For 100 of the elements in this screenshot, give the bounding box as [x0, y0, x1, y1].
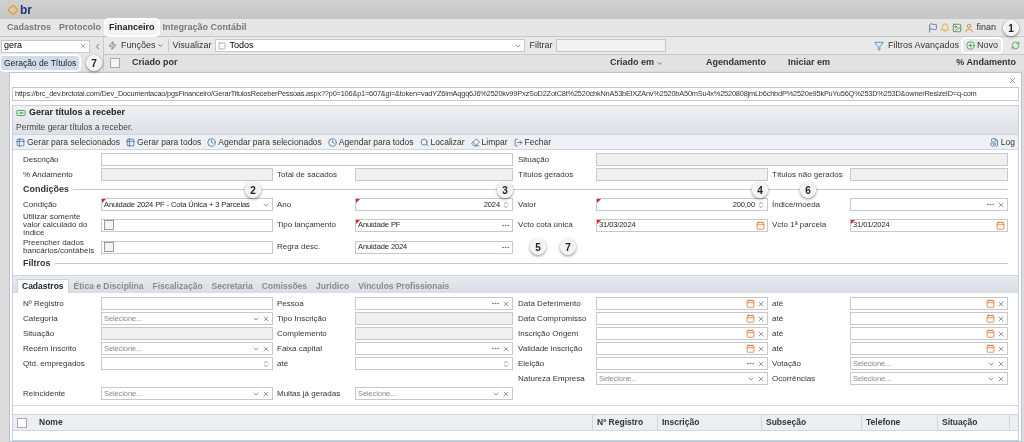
menu-tab[interactable]: Protocolo	[56, 19, 104, 36]
clear-icon[interactable]	[757, 344, 765, 353]
clear-icon[interactable]	[757, 374, 765, 383]
input-field[interactable]	[101, 153, 513, 166]
clear-icon[interactable]	[757, 359, 765, 368]
checkbox[interactable]	[104, 220, 114, 230]
calendar-icon[interactable]	[986, 329, 995, 338]
toolbar-button[interactable]: Limpar	[470, 135, 508, 149]
number-field[interactable]	[101, 357, 273, 370]
collapse-icon[interactable]	[93, 41, 102, 51]
clear-icon[interactable]	[79, 42, 87, 50]
column-header[interactable]: Nº Registro	[593, 415, 658, 430]
lookup-field[interactable]	[355, 297, 513, 310]
column-header[interactable]: % Andamento	[938, 56, 1024, 70]
number-field[interactable]	[355, 357, 513, 370]
more-icon[interactable]	[491, 299, 500, 308]
input-field[interactable]	[355, 327, 513, 340]
new-button[interactable]: Novo	[963, 38, 1001, 53]
toolbar-button[interactable]: Gerar para selecionados	[16, 135, 121, 149]
stepper-icon[interactable]	[502, 359, 510, 368]
menu-tab[interactable]: Integração Contábil	[159, 19, 250, 36]
clear-icon[interactable]	[502, 299, 510, 308]
clear-icon[interactable]	[997, 374, 1005, 383]
sidebar-item[interactable]: Geração de Títulos	[1, 55, 80, 71]
column-header[interactable]: Nome	[35, 415, 593, 430]
functions-menu[interactable]: Funções	[121, 38, 164, 53]
filter-tab[interactable]: Cadastros	[17, 279, 69, 293]
date-field[interactable]	[850, 342, 1008, 355]
calendar-icon[interactable]	[986, 344, 995, 353]
date-field[interactable]	[850, 297, 1008, 310]
column-header[interactable]: Criado por	[132, 56, 610, 70]
advanced-filters-button[interactable]: Filtros Avançados	[888, 38, 959, 53]
input-field[interactable]	[101, 297, 273, 310]
menu-tab[interactable]: Financeiro	[106, 19, 158, 36]
stepper-icon[interactable]	[502, 200, 510, 209]
user-name[interactable]: finan	[976, 20, 996, 35]
clear-icon[interactable]	[757, 314, 765, 323]
lookup-field[interactable]	[596, 357, 768, 370]
date-field[interactable]	[596, 342, 768, 355]
checkbox[interactable]	[17, 417, 27, 428]
input-field[interactable]	[355, 168, 513, 181]
clear-icon[interactable]	[997, 344, 1005, 353]
filter-field[interactable]	[556, 39, 667, 52]
lookup-field[interactable]	[355, 342, 513, 355]
calendar-icon[interactable]	[756, 220, 765, 230]
column-header[interactable]: Situação	[938, 415, 1010, 430]
date-field[interactable]	[596, 312, 768, 325]
log-button[interactable]: Log	[989, 135, 1015, 149]
toolbar-button[interactable]: Fechar	[513, 135, 551, 149]
clear-icon[interactable]	[757, 329, 765, 338]
clear-icon[interactable]	[757, 299, 765, 308]
clear-icon[interactable]	[997, 314, 1005, 323]
stepper-icon[interactable]	[757, 200, 765, 209]
input-field[interactable]	[101, 168, 273, 181]
more-icon[interactable]	[491, 344, 500, 353]
checkbox[interactable]	[110, 58, 120, 68]
clear-icon[interactable]	[997, 329, 1005, 338]
checkbox[interactable]	[104, 242, 114, 252]
calendar-icon[interactable]	[746, 299, 755, 308]
calendar-icon[interactable]	[746, 344, 755, 353]
input-field[interactable]	[101, 327, 273, 340]
calendar-icon[interactable]	[986, 299, 995, 308]
input-field[interactable]	[850, 168, 1008, 181]
calendar-icon[interactable]	[746, 329, 755, 338]
toolbar-button[interactable]: Agendar para selecionados	[207, 135, 322, 149]
lookup-field[interactable]	[850, 198, 1008, 211]
column-header[interactable]: Inscrição	[658, 415, 762, 430]
clear-icon[interactable]	[997, 299, 1005, 308]
column-header[interactable]: Iniciar em	[788, 56, 938, 70]
clear-icon[interactable]	[997, 200, 1005, 209]
image-icon[interactable]	[952, 22, 963, 33]
clear-icon[interactable]	[262, 314, 270, 323]
clear-icon[interactable]	[262, 344, 270, 353]
input-field[interactable]	[596, 168, 768, 181]
clear-icon[interactable]	[997, 359, 1005, 368]
clear-icon[interactable]	[502, 389, 510, 398]
column-header[interactable]: Agendamento	[706, 56, 788, 70]
menu-tab[interactable]: Cadastros	[4, 19, 54, 36]
calendar-icon[interactable]	[996, 220, 1005, 230]
column-header[interactable]: Subseção	[762, 415, 862, 430]
stepper-icon[interactable]	[262, 359, 270, 368]
input-field[interactable]	[355, 312, 513, 325]
calendar-icon[interactable]	[746, 314, 755, 323]
clear-icon[interactable]	[262, 389, 270, 398]
toolbar-button[interactable]: Localizar	[419, 135, 465, 149]
date-field[interactable]	[596, 297, 768, 310]
column-header[interactable]: Telefone	[862, 415, 938, 430]
toolbar-button[interactable]: Gerar para todos	[126, 135, 202, 149]
date-field[interactable]	[850, 327, 1008, 340]
clear-icon[interactable]	[502, 344, 510, 353]
date-field[interactable]	[850, 312, 1008, 325]
date-field[interactable]	[596, 327, 768, 340]
search-field[interactable]: gera	[1, 39, 90, 53]
user-icon[interactable]	[964, 22, 975, 33]
more-icon[interactable]	[986, 200, 995, 209]
more-icon[interactable]	[746, 359, 755, 368]
input-field[interactable]	[596, 153, 1008, 166]
close-icon[interactable]	[1008, 75, 1017, 85]
view-select[interactable]: Todos	[215, 39, 526, 52]
flag-icon[interactable]	[928, 22, 939, 33]
